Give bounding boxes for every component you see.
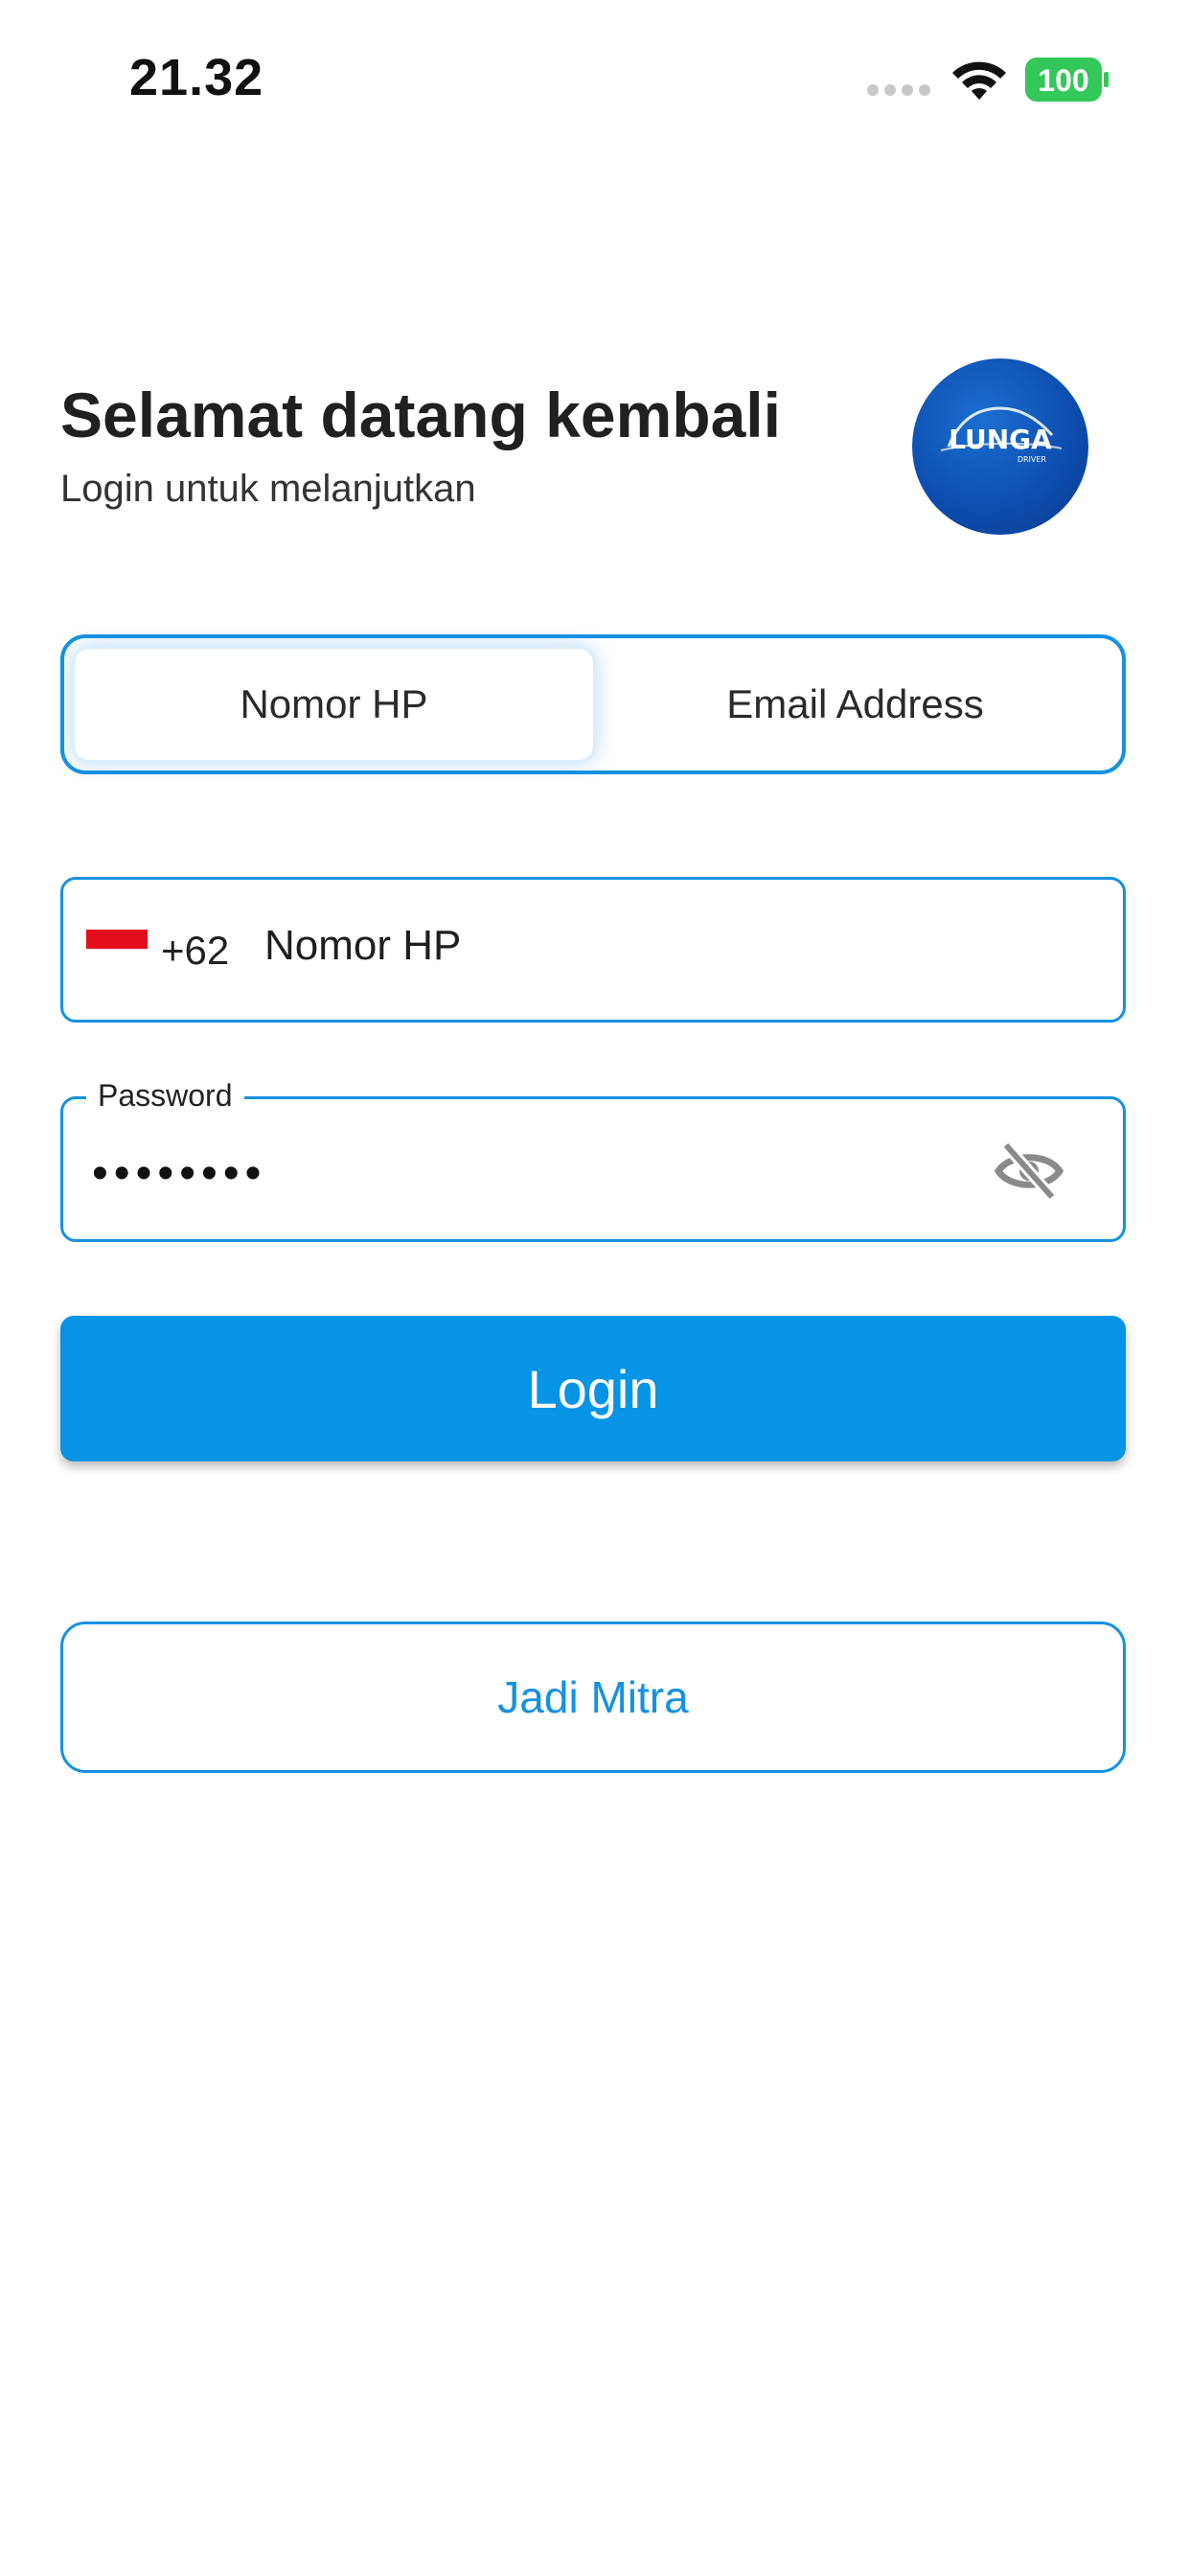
page-title: Selamat datang kembali (60, 380, 781, 450)
join-partner-button[interactable]: Jadi Mitra (60, 1622, 1126, 1773)
login-button[interactable]: Login (60, 1316, 1126, 1461)
eye-off-icon[interactable] (993, 1138, 1065, 1205)
phone-number-placeholder[interactable]: Nomor HP (264, 922, 461, 970)
logo-text: LUNGA (949, 424, 1052, 455)
phone-number-field[interactable]: +62 Nomor HP (60, 877, 1126, 1023)
battery-level: 100 (1038, 63, 1088, 98)
lunga-logo: LUNGA DRIVER (912, 358, 1088, 535)
page-subtitle: Login untuk melanjutkan (60, 468, 476, 510)
tab-email-address[interactable]: Email Address (596, 646, 1114, 763)
signal-dots-icon (867, 84, 930, 96)
indonesia-flag-icon (86, 930, 148, 968)
battery-icon: 100 (1025, 58, 1109, 102)
password-field[interactable]: Password •••••••• (60, 1078, 1126, 1242)
password-value[interactable]: •••••••• (92, 1147, 266, 1200)
wifi-icon (952, 61, 1006, 100)
login-method-tabs: Nomor HP Email Address (60, 634, 1126, 774)
password-label: Password (86, 1078, 244, 1114)
country-code[interactable]: +62 (161, 928, 229, 974)
logo-subtext: DRIVER (1018, 455, 1047, 464)
tab-phone-number[interactable]: Nomor HP (72, 646, 596, 763)
status-time: 21.32 (129, 49, 264, 106)
